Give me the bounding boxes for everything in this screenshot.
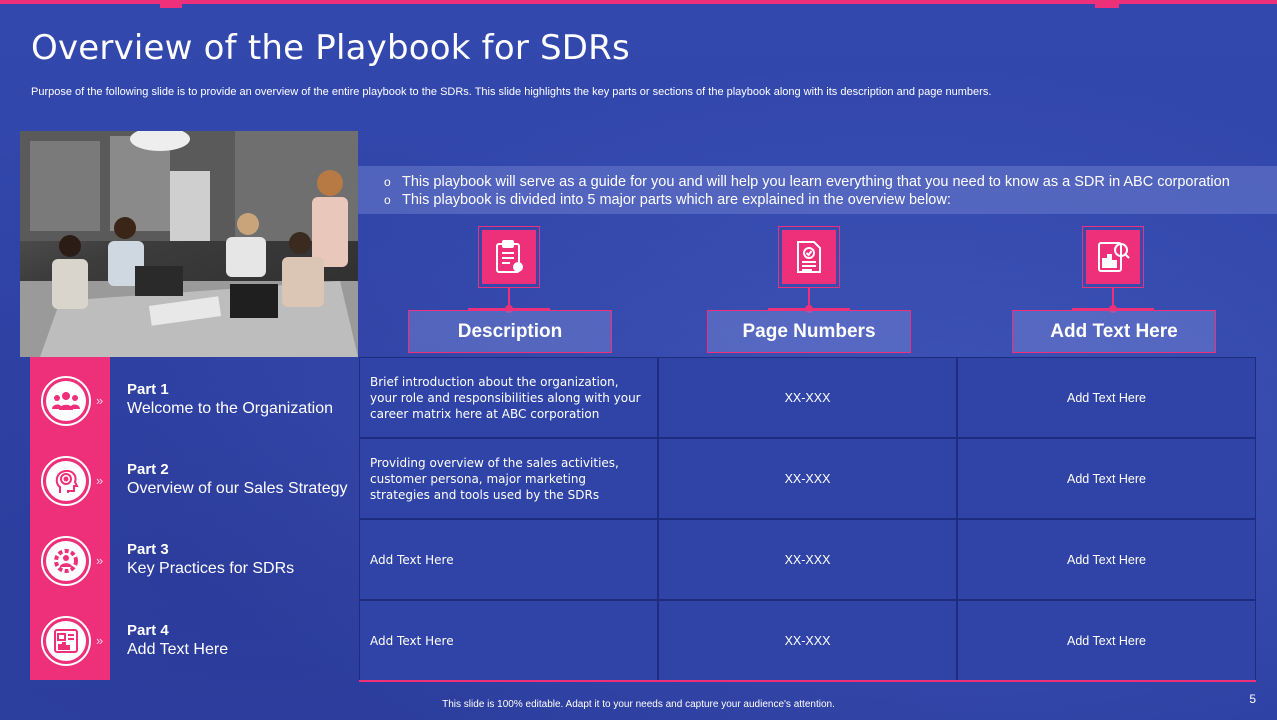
page-numbers-cell: XX-XXX: [658, 519, 957, 600]
bullet-marker: o: [384, 193, 391, 207]
bullet-item: o This playbook is divided into 5 major …: [384, 191, 1277, 209]
part-title: Overview of our Sales Strategy: [127, 480, 348, 497]
table-row: Add Text Here XX-XXX Add Text Here: [359, 519, 1256, 600]
description-cell: Add Text Here: [359, 519, 658, 600]
table-row: Add Text Here XX-XXX Add Text Here: [359, 600, 1256, 681]
slide-title: Overview of the Playbook for SDRs: [31, 28, 630, 68]
part-number: Part 2: [127, 461, 169, 478]
part-label: Part 2 Overview of our Sales Strategy: [127, 461, 348, 498]
bullet-marker: o: [384, 175, 391, 189]
team-icon: [41, 376, 91, 426]
top-accent-notch: [1095, 0, 1119, 8]
part-label: Part 1 Welcome to the Organization: [127, 381, 333, 418]
table-row: Brief introduction about the organizatio…: [359, 357, 1256, 438]
chevron-right-icon: »: [96, 393, 104, 408]
column-header-description: Description: [408, 310, 612, 353]
gear-person-icon: [41, 536, 91, 586]
part-number: Part 4: [127, 622, 169, 639]
part-number: Part 3: [127, 541, 169, 558]
table-bottom-line: [359, 680, 1256, 682]
table-row: Providing overview of the sales activiti…: [359, 438, 1256, 519]
page-numbers-cell: XX-XXX: [658, 600, 957, 681]
team-meeting-photo: [20, 131, 358, 357]
top-accent-bar: [0, 0, 1277, 4]
chevron-right-icon: »: [96, 633, 104, 648]
part-label: Part 3 Key Practices for SDRs: [127, 541, 294, 578]
part-title: Key Practices for SDRs: [127, 560, 295, 577]
chevron-right-icon: »: [96, 553, 104, 568]
footer-note: This slide is 100% editable. Adapt it to…: [442, 699, 835, 710]
extra-cell: Add Text Here: [957, 357, 1256, 438]
top-accent-notch: [160, 0, 182, 8]
column-header-page-numbers: Page Numbers: [707, 310, 911, 353]
page-numbers-cell: XX-XXX: [658, 438, 957, 519]
extra-cell: Add Text Here: [957, 519, 1256, 600]
overview-table: Brief introduction about the organizatio…: [359, 357, 1256, 681]
page-numbers-cell: XX-XXX: [658, 357, 957, 438]
part-title: Add Text Here: [127, 641, 229, 658]
page-number: 5: [1249, 692, 1256, 706]
bullet-text: This playbook will serve as a guide for …: [402, 174, 1230, 190]
document-check-icon: [778, 226, 840, 288]
head-target-icon: [41, 456, 91, 506]
extra-cell: Add Text Here: [957, 438, 1256, 519]
slide-subtitle: Purpose of the following slide is to pro…: [31, 86, 992, 98]
bullet-text: This playbook is divided into 5 major pa…: [402, 192, 951, 208]
part-label: Part 4 Add Text Here: [127, 622, 228, 659]
intro-bullets: o This playbook will serve as a guide fo…: [358, 166, 1277, 214]
column-header-add-text: Add Text Here: [1012, 310, 1216, 353]
clipboard-icon: [478, 226, 540, 288]
report-chart-icon: [41, 616, 91, 666]
extra-cell: Add Text Here: [957, 600, 1256, 681]
description-cell: Providing overview of the sales activiti…: [359, 438, 658, 519]
report-search-icon: [1082, 226, 1144, 288]
part-title: Welcome to the Organization: [127, 400, 334, 417]
description-cell: Add Text Here: [359, 600, 658, 681]
chevron-right-icon: »: [96, 473, 104, 488]
description-cell: Brief introduction about the organizatio…: [359, 357, 658, 438]
bullet-item: o This playbook will serve as a guide fo…: [384, 173, 1277, 191]
part-number: Part 1: [127, 381, 169, 398]
